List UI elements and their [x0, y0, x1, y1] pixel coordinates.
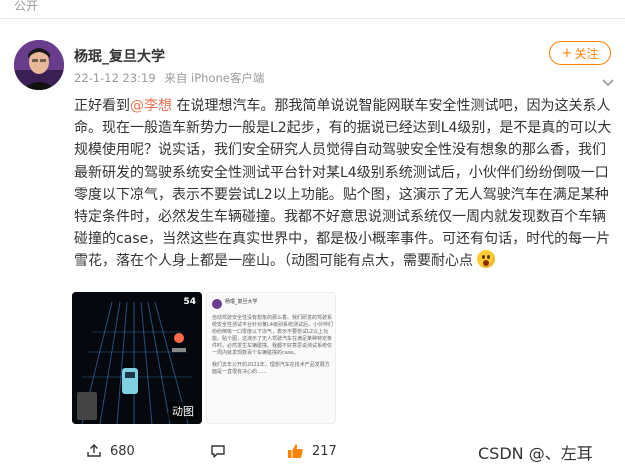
gif-image[interactable]: 54 动图	[72, 292, 202, 424]
post-line: 碰撞的case，当然这些在真实世界中，都是极小概率事件。可还有句话，时代的每一片	[74, 231, 611, 248]
top-bar: 公开	[0, 0, 625, 19]
avatar[interactable]	[14, 40, 64, 90]
post-line-text: 雪花，落在个人身上都是一座山。（动图可能有点大，需要耐心点	[74, 253, 473, 270]
post-source: 来自 iPhone客户端	[164, 71, 265, 85]
post-line-text: 在说理想汽车。那我简单说说智能网联车安全性测试吧，因为这关系人	[172, 98, 611, 114]
thumb-paragraph: 自动驾驶安全性没有想象的那么香。我们研发的驾驶系统安全性测试平台针对某L4级别系…	[212, 315, 333, 356]
author-name[interactable]: 杨珉_复旦大学	[74, 46, 165, 66]
post-text: 正好看到@李想 在说理想汽车。那我简单说说智能网联车安全性测试吧，因为这关系人 …	[74, 95, 614, 273]
visibility-label: 公开	[14, 0, 39, 13]
chevron-down-icon[interactable]	[601, 78, 615, 88]
like-count: 217	[312, 443, 337, 459]
forward-count: 680	[110, 443, 135, 459]
post-line: 命。现在一般造车新势力一般是L2起步，有的据说已经达到L4级别，是不是真的可以大	[74, 120, 612, 137]
gif-badge: 动图	[168, 402, 198, 420]
comment-icon	[211, 445, 225, 458]
wow-emoji-icon	[477, 250, 496, 269]
post-line: 零度以下凉气，表示不要尝试L2以上功能。贴个图，这演示了无人驾驶汽车在满足某种	[74, 186, 609, 203]
forward-icon	[87, 444, 101, 457]
post-line: 雪花，落在个人身上都是一座山。（动图可能有点大，需要耐心点	[74, 250, 614, 272]
follow-button[interactable]: + 关注	[549, 41, 611, 65]
post-line: 最新研发的驾驶系统安全性测试平台针对某L4级别系统测试后，小伙伴们纷纷倒吸一口	[74, 164, 609, 181]
post-meta: 22-1-12 23:19 来自 iPhone客户端	[74, 70, 264, 86]
avatar	[212, 299, 222, 309]
thumb-text: 自动驾驶安全性没有想象的那么香。我们研发的驾驶系统安全性测试平台针对某L4级别系…	[212, 315, 334, 376]
watermark: CSDN @、左耳	[478, 444, 593, 463]
like-button[interactable]: 217	[287, 436, 337, 466]
post-line: 规模使用呢？说实话，我们安全研究人员觉得自动驾驶安全性没有想象的那么香，我们	[74, 142, 606, 159]
follow-label: 关注	[574, 46, 599, 61]
mention-link[interactable]: @李想	[130, 98, 172, 114]
post-line: 正好看到@李想 在说理想汽车。那我简单说说智能网联车安全性测试吧，因为这关系人	[74, 95, 614, 117]
screenshot-image[interactable]: 杨珉_复旦大学 自动驾驶安全性没有想象的那么香。我们研发的驾驶系统安全性测试平台…	[206, 292, 336, 424]
post-line-text: 正好看到	[74, 98, 130, 114]
post-line: 特定条件时，必然发生车辆碰撞。我都不好意思说测试系统仅一周内就发现数百个车辆	[74, 209, 606, 226]
post-time[interactable]: 22-1-12 23:19	[74, 71, 156, 85]
speed-readout: 54	[183, 297, 196, 307]
plus-icon: +	[561, 45, 573, 61]
thumb-paragraph: 我们去年公开的2021年，理想汽车在技术产品发展方面是一直很有决心的……	[212, 362, 330, 375]
forward-button[interactable]: 680	[86, 436, 135, 466]
comment-button[interactable]	[210, 436, 234, 466]
thumb-author-name: 杨珉_复旦大学	[225, 299, 258, 305]
thumbs-up-icon	[288, 444, 303, 458]
